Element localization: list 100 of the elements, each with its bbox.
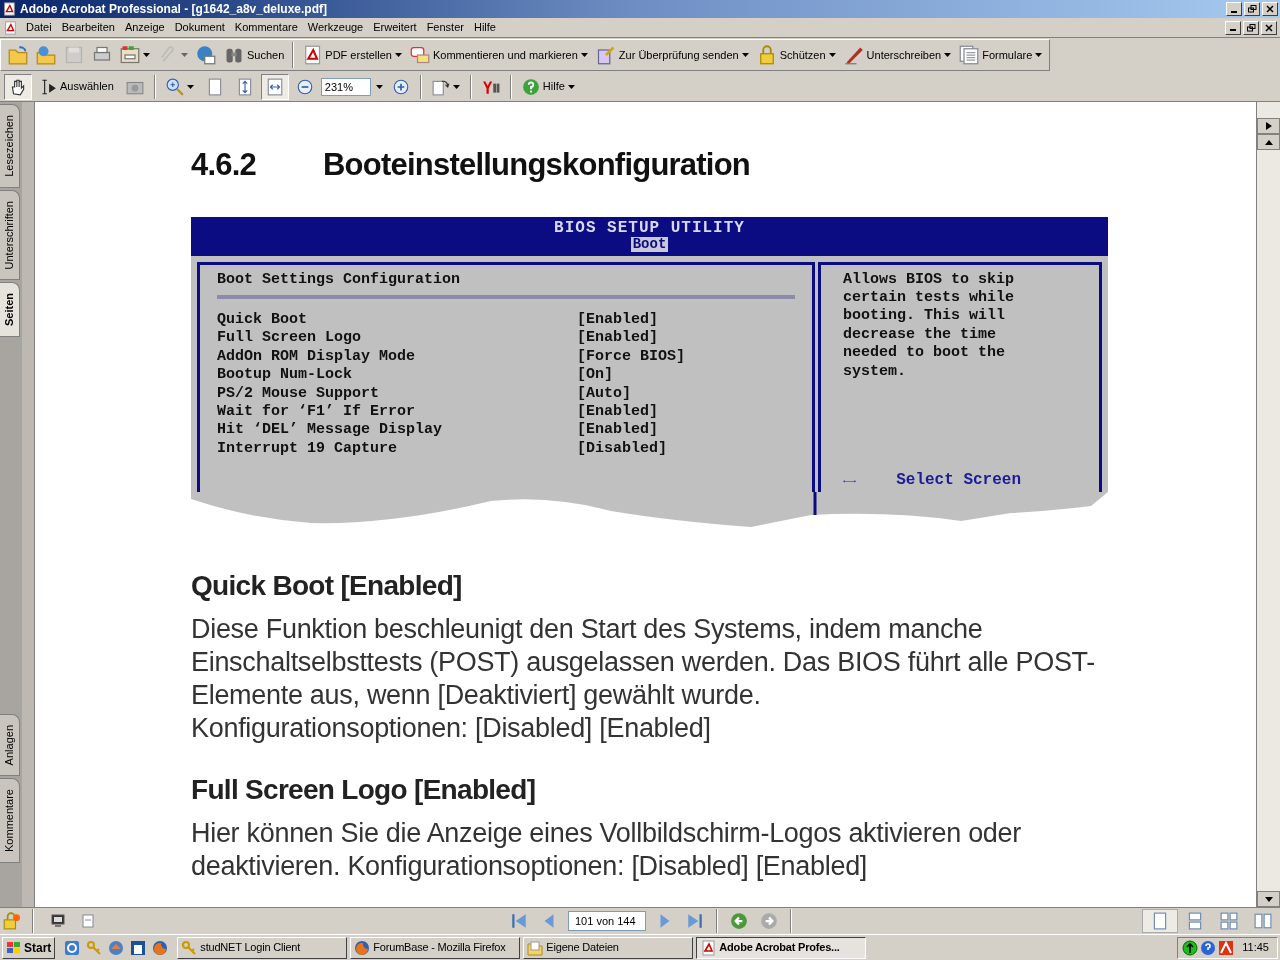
body-paragraph: Konfigurationsoptionen: [Disabled] [Enabled] bbox=[191, 711, 712, 745]
menu-item[interactable]: Datei bbox=[21, 19, 57, 36]
close-icon bbox=[1265, 23, 1273, 32]
minimize-button[interactable] bbox=[1225, 20, 1241, 35]
organizer-icon bbox=[120, 45, 140, 65]
toolbar-button[interactable]: Hilfe bbox=[516, 73, 580, 100]
subsection-heading: Full Screen Logo [Enabled] bbox=[191, 772, 537, 807]
caret-icon bbox=[181, 53, 188, 57]
side-tab[interactable]: Unterschriften bbox=[0, 189, 20, 281]
taskbar-button[interactable]: ForumBase - Mozilla Firefox bbox=[350, 936, 521, 959]
restore-icon bbox=[1247, 5, 1257, 13]
bios-title: BIOS SETUP UTILITY bbox=[554, 218, 745, 237]
page-layout-button[interactable] bbox=[1142, 909, 1178, 933]
setting-value[interactable]: [On] bbox=[577, 366, 613, 385]
toolbar-button[interactable]: Schützen bbox=[753, 42, 839, 68]
minimize-icon bbox=[1230, 29, 1236, 31]
dropdown-button[interactable] bbox=[373, 84, 385, 89]
scroll-up-button[interactable] bbox=[1257, 134, 1280, 150]
toolbar-icon-button[interactable] bbox=[4, 73, 32, 100]
up-arrow-icon bbox=[1264, 139, 1273, 145]
side-tab[interactable]: Lesezeichen bbox=[0, 104, 20, 188]
caret-icon bbox=[452, 84, 460, 89]
help-text: Allows BIOS to skip certain tests while booting. This will decrease the time needed to boot the system. bbox=[843, 270, 1016, 381]
caret-icon bbox=[375, 84, 383, 89]
menu-item[interactable]: Hilfe bbox=[468, 19, 501, 36]
taskbar-button[interactable]: Adobe Acrobat Profes... bbox=[696, 936, 867, 959]
text-cursor-icon bbox=[39, 77, 57, 96]
folder-globe-icon bbox=[36, 45, 56, 65]
zoom-in-icon bbox=[165, 77, 184, 96]
setting-name: Hit ‘DEL’ Message Display bbox=[217, 421, 444, 440]
toolbar-button[interactable]: Unterschreiben bbox=[840, 42, 955, 68]
close-icon bbox=[1266, 5, 1274, 13]
setting-value[interactable]: [Enabled] bbox=[577, 310, 658, 330]
menu-item[interactable]: Werkzeuge bbox=[302, 19, 369, 36]
toolbar-button[interactable]: Zur Überprüfung senden bbox=[592, 42, 752, 68]
pdf-icon bbox=[3, 20, 17, 35]
caret-icon bbox=[394, 53, 402, 57]
single-page-icon bbox=[1151, 912, 1169, 930]
toolbar-button[interactable]: Suchen bbox=[221, 42, 288, 68]
setting-value[interactable]: [Enabled] bbox=[577, 421, 658, 440]
start-button[interactable]: Start bbox=[2, 936, 56, 959]
side-tab[interactable]: Seiten bbox=[0, 282, 20, 338]
folder-icon bbox=[527, 939, 544, 956]
close-button[interactable] bbox=[1262, 2, 1278, 16]
setting-value[interactable]: [Enabled] bbox=[577, 402, 658, 422]
minimize-button[interactable] bbox=[1226, 2, 1242, 16]
monitor-icon bbox=[50, 913, 66, 929]
body-paragraph: Hier können Sie die Anzeige eines Vollbildschirm-Logos aktivieren oder deaktivieren. Konfigurationsoptionen: [Disabled] [Enabled] bbox=[191, 816, 1022, 883]
taskbar-button[interactable]: Eigene Dateien bbox=[523, 936, 694, 959]
setting-name: PS/2 Mouse Support bbox=[217, 384, 381, 403]
caret-icon bbox=[567, 84, 575, 89]
setting-name: Bootup Num-Lock bbox=[217, 366, 354, 385]
down-arrow-icon bbox=[1264, 896, 1273, 902]
pdf-icon bbox=[302, 45, 323, 65]
side-tab[interactable]: Kommentare bbox=[0, 778, 20, 863]
clock: 11:45 bbox=[1242, 940, 1269, 956]
setting-value[interactable]: [Auto] bbox=[577, 384, 631, 403]
restore-button[interactable] bbox=[1243, 20, 1259, 35]
toolbar-button[interactable]: Formulare bbox=[956, 42, 1046, 68]
windows-flag-icon bbox=[6, 939, 22, 956]
update-icon bbox=[1182, 939, 1199, 956]
section-heading: Booteinstellungskonfiguration bbox=[323, 146, 750, 184]
scrollbar[interactable] bbox=[1256, 102, 1280, 907]
hand-icon bbox=[9, 77, 27, 96]
minimize-icon bbox=[1231, 10, 1237, 13]
scroll-down-button[interactable] bbox=[1257, 891, 1280, 907]
menu-item[interactable]: Anzeige bbox=[119, 19, 170, 36]
page-number-field[interactable]: 101 von 144 bbox=[568, 911, 646, 931]
setting-name: Full Screen Logo bbox=[217, 329, 363, 348]
toolbar-button[interactable]: Auswählen bbox=[34, 73, 119, 100]
close-button[interactable] bbox=[1261, 20, 1277, 35]
menu-item[interactable]: Fenster bbox=[421, 19, 469, 36]
help-icon bbox=[1200, 939, 1217, 956]
setting-name: Wait for ‘F1’ If Error bbox=[217, 402, 417, 422]
document-icon bbox=[80, 913, 96, 929]
taskbar-button[interactable]: studNET Login Client bbox=[177, 936, 348, 959]
setting-value[interactable]: [Force BIOS] bbox=[577, 347, 686, 367]
forms-icon bbox=[959, 45, 980, 65]
side-tab[interactable]: Anlagen bbox=[0, 713, 20, 776]
menu-item[interactable]: Bearbeiten bbox=[56, 19, 120, 36]
zoom-field[interactable]: 231% bbox=[320, 77, 371, 96]
last-page-icon bbox=[686, 912, 704, 930]
key-icon bbox=[181, 939, 198, 956]
pdf-icon bbox=[2, 2, 16, 16]
facing-pages-icon bbox=[1254, 912, 1272, 930]
setting-value[interactable]: [Enabled] bbox=[577, 329, 658, 348]
folder-icon bbox=[8, 45, 28, 65]
caret-icon bbox=[186, 84, 194, 89]
toolbar-button[interactable]: Kommentieren und markieren bbox=[406, 42, 591, 68]
menu-item[interactable]: Dokument bbox=[169, 19, 230, 36]
restore-button[interactable] bbox=[1244, 2, 1260, 16]
help-icon bbox=[521, 77, 540, 96]
toolbar-button[interactable]: PDF erstellen bbox=[299, 42, 405, 68]
bios-tab[interactable]: Boot bbox=[630, 236, 669, 252]
subsection-heading: Quick Boot [Enabled] bbox=[191, 568, 463, 603]
setting-value[interactable]: [Disabled] bbox=[577, 439, 667, 459]
menu-item[interactable]: Kommentare bbox=[229, 19, 303, 36]
menu-item[interactable]: Erweitert bbox=[368, 19, 422, 36]
restore-icon bbox=[1246, 23, 1256, 32]
quick-launch-icon[interactable] bbox=[130, 939, 147, 956]
